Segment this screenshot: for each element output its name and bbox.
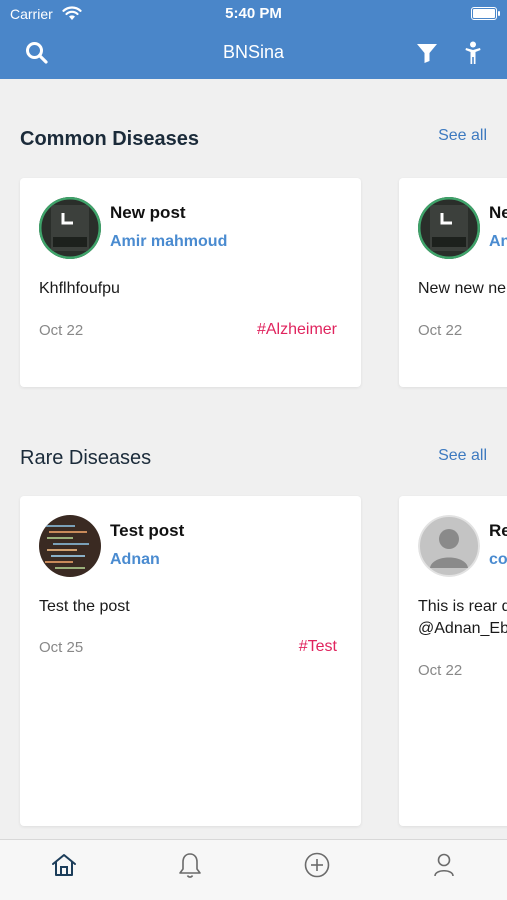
post-date: Oct 25	[39, 639, 84, 656]
post-author-link[interactable]: coi	[489, 551, 507, 569]
bell-icon[interactable]	[175, 850, 205, 880]
post-body: Test the post	[39, 598, 130, 615]
avatar	[39, 515, 101, 577]
status-time: 5:40 PM	[225, 5, 282, 22]
post-title: Ne	[489, 203, 507, 222]
see-all-rare-diseases-link[interactable]: See all	[438, 447, 487, 465]
post-author-link[interactable]: An	[489, 233, 507, 251]
add-icon[interactable]	[302, 850, 332, 880]
post-title: Re	[489, 521, 507, 540]
filter-icon[interactable]	[414, 40, 440, 66]
top-bar: Carrier 5:40 PM BNSina	[0, 0, 507, 79]
person-icon[interactable]	[460, 40, 486, 66]
post-title: Test post	[110, 521, 185, 540]
post-date: Oct 22	[418, 662, 463, 679]
post-card[interactable]: Re coi This is rear d @Adnan_Eb Oct 22	[399, 496, 507, 826]
post-author-link[interactable]: Adnan	[110, 551, 160, 569]
home-icon[interactable]	[49, 850, 79, 880]
avatar	[39, 197, 101, 259]
post-body-line: @Adnan_Eb	[418, 620, 507, 637]
profile-icon[interactable]	[429, 850, 459, 880]
post-date: Oct 22	[418, 322, 463, 339]
post-body: Khflhfoufpu	[39, 280, 120, 297]
avatar	[418, 197, 480, 259]
post-title: New post	[110, 203, 186, 222]
section-title-common-diseases: Common Diseases	[20, 128, 199, 150]
tab-bar	[0, 839, 507, 900]
avatar	[418, 515, 480, 577]
section-title-rare-diseases: Rare Diseases	[20, 447, 152, 469]
feed[interactable]: Common Diseases See all New post Amir ma…	[0, 79, 507, 839]
post-card[interactable]: New post Amir mahmoud Khflhfoufpu Oct 22…	[20, 178, 361, 387]
post-author-link[interactable]: Amir mahmoud	[110, 233, 227, 251]
post-card[interactable]: Test post Adnan Test the post Oct 25 #Te…	[20, 496, 361, 826]
post-tag[interactable]: #Alzheimer	[257, 321, 337, 339]
see-all-common-diseases-link[interactable]: See all	[438, 127, 487, 145]
status-bar: Carrier 5:40 PM	[0, 0, 507, 28]
post-card[interactable]: Ne An New new ne Oct 22	[399, 178, 507, 387]
nav-bar: BNSina	[0, 28, 507, 79]
post-body: New new ne	[418, 280, 507, 297]
post-date: Oct 22	[39, 322, 84, 339]
post-tag[interactable]: #Test	[299, 638, 337, 656]
post-body-line: This is rear d	[418, 598, 507, 615]
battery-icon	[471, 7, 500, 20]
